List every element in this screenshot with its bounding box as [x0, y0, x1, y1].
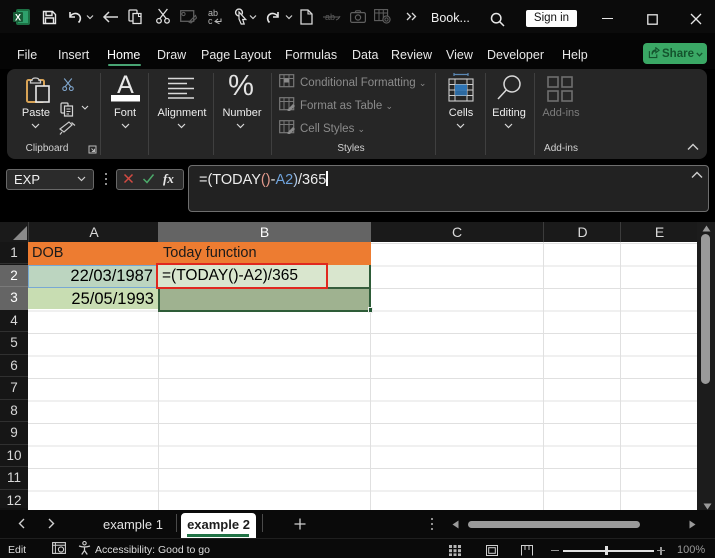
- svg-text:X: X: [15, 13, 21, 23]
- svg-text:c: c: [208, 16, 213, 26]
